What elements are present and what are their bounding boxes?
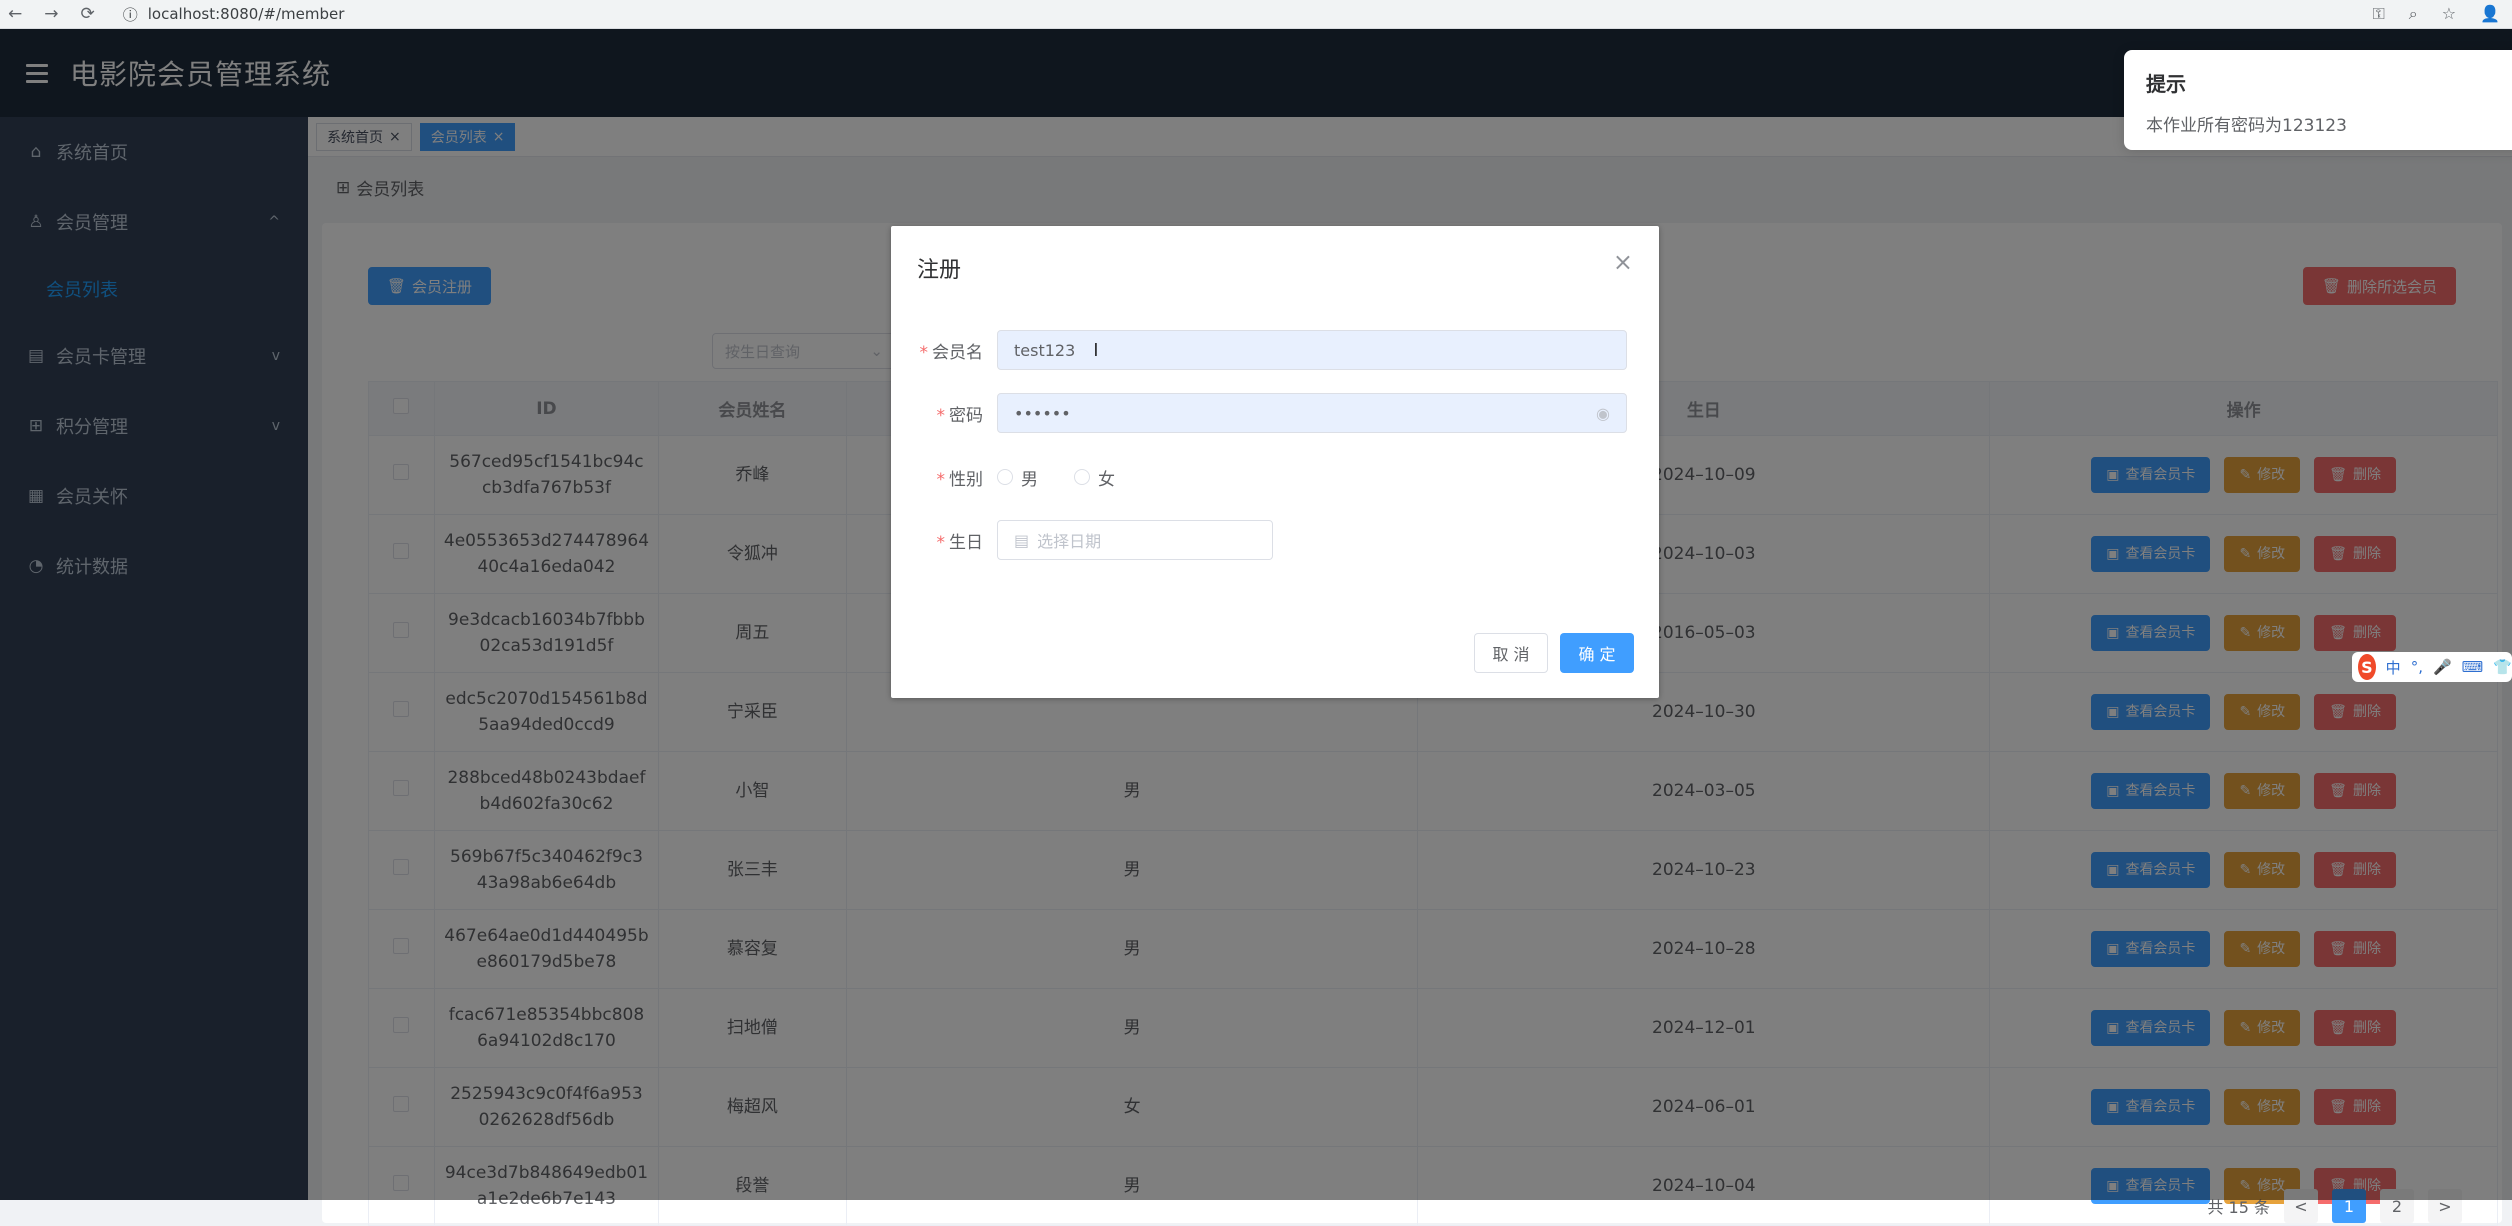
register-dialog: 注册 × * 会员名 test123 I * 密码 •••••• ◉ * 性别 男 女… (891, 226, 1659, 698)
password-input[interactable]: •••••• ◉ (997, 393, 1627, 433)
eye-icon[interactable]: ◉ (1596, 404, 1610, 423)
profile-icon[interactable]: 👤 (2480, 4, 2500, 24)
browser-bar: ← → ⟳ ⓘ localhost:8080/#/member ⚿ ⌕ ☆ 👤 (0, 0, 2512, 29)
birthday-date-picker[interactable]: ▤ 选择日期 (997, 520, 1273, 560)
notification-title: 提示 (2146, 72, 2186, 96)
username-label: * 会员名 (919, 342, 984, 363)
url-text[interactable]: localhost:8080/#/member (148, 5, 345, 23)
username-input[interactable]: test123 I (997, 330, 1627, 370)
notification-message: 本作业所有密码为123123 (2146, 116, 2347, 136)
gender-label: * 性别 (936, 469, 984, 490)
gender-radio-male[interactable]: 男 (997, 465, 1038, 490)
info-icon[interactable]: ⓘ (123, 4, 138, 25)
calendar-icon: ▤ (1014, 530, 1030, 550)
birthday-row: * 生日 ▤ 选择日期 (917, 520, 1273, 560)
skin-icon[interactable]: 👕 (2493, 658, 2512, 676)
cancel-button[interactable]: 取 消 (1474, 633, 1548, 673)
forward-icon[interactable]: → (44, 4, 58, 24)
sogou-logo-icon[interactable]: S (2358, 654, 2376, 680)
confirm-button[interactable]: 确 定 (1560, 633, 1634, 673)
bookmark-star-icon[interactable]: ☆ (2442, 4, 2456, 24)
radio-circle[interactable] (997, 469, 1013, 485)
close-icon[interactable]: × (1613, 248, 1633, 276)
ime-chinese-mode[interactable]: 中 (2386, 657, 2401, 678)
zoom-icon[interactable]: ⌕ (2409, 4, 2418, 24)
password-row: * 密码 •••••• ◉ (917, 393, 1627, 433)
ime-punctuation-icon[interactable]: °, (2411, 658, 2423, 676)
gender-radio-female[interactable]: 女 (1074, 465, 1115, 490)
birthday-label: * 生日 (936, 532, 984, 553)
back-icon[interactable]: ← (8, 4, 22, 24)
text-cursor-icon: I (1093, 339, 1099, 361)
microphone-icon[interactable]: 🎤 (2433, 658, 2452, 676)
username-row: * 会员名 test123 I (917, 330, 1627, 370)
gender-row: * 性别 男 女 (917, 457, 1151, 497)
browser-actions: ⚿ ⌕ ☆ 👤 (2373, 4, 2512, 24)
browser-nav: ← → ⟳ (0, 4, 95, 24)
password-label: * 密码 (936, 405, 984, 426)
password-key-icon[interactable]: ⚿ (2373, 4, 2385, 24)
ime-toolbar: S 中 °, 🎤 ⌨ 👕 (2352, 652, 2512, 682)
radio-circle[interactable] (1074, 469, 1090, 485)
notification: 提示 本作业所有密码为123123 × (2124, 50, 2512, 150)
address-bar[interactable]: ⓘ localhost:8080/#/member (123, 4, 345, 25)
keyboard-icon[interactable]: ⌨ (2462, 658, 2484, 676)
dialog-title: 注册 (917, 258, 962, 283)
reload-icon[interactable]: ⟳ (81, 4, 95, 24)
